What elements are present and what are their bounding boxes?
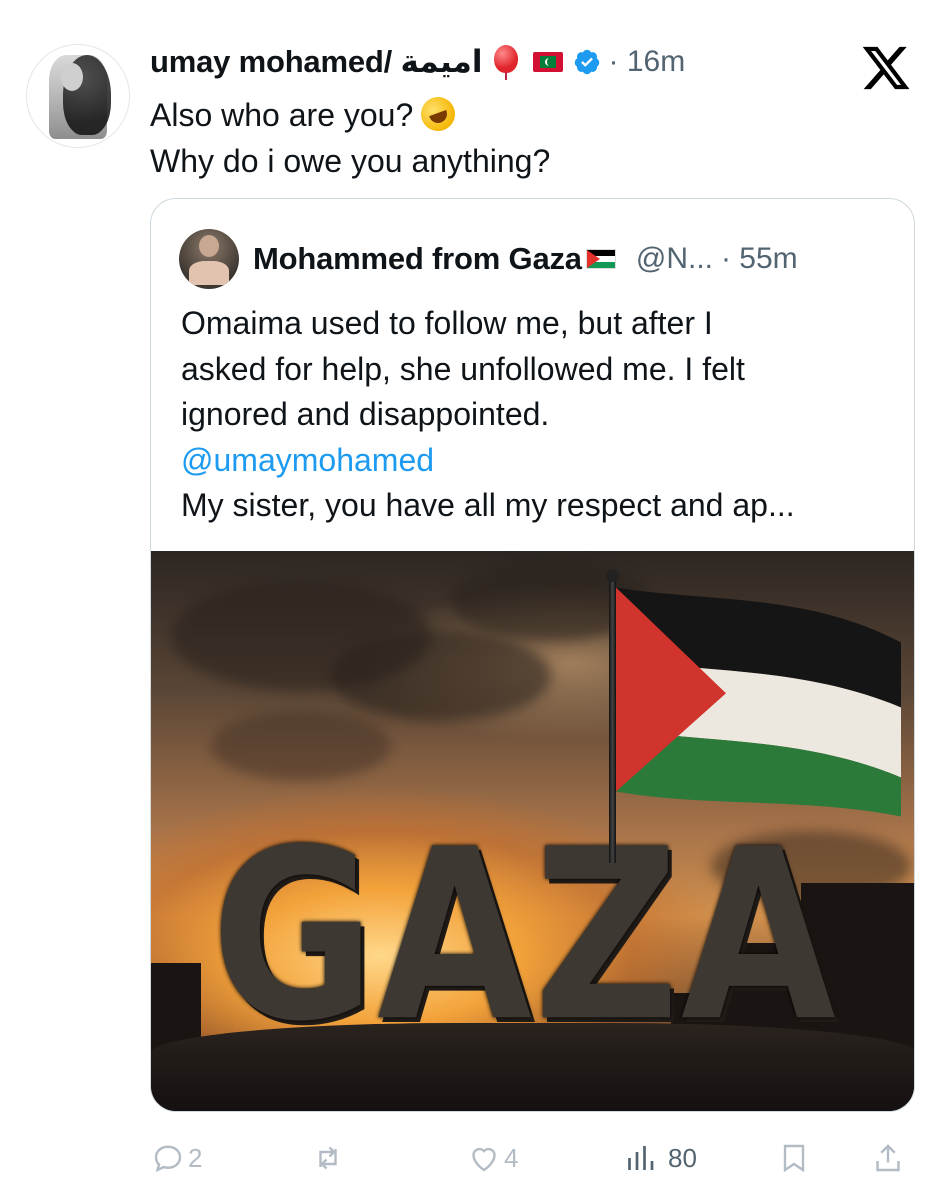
repost-icon <box>319 1146 337 1170</box>
post-timestamp[interactable]: · 16m <box>609 45 686 79</box>
quoted-post-text: Omaima used to follow me, but after I as… <box>181 301 891 529</box>
post-actions-bar: 2 4 80 <box>150 1134 910 1182</box>
author-avatar[interactable] <box>26 44 130 148</box>
x-logo-icon[interactable] <box>860 42 912 94</box>
reply-icon <box>154 1145 182 1173</box>
gaza-sculpture-text: GAZA <box>211 798 838 1074</box>
quoted-author-avatar[interactable] <box>179 229 239 289</box>
palestine-flag-icon <box>585 249 616 269</box>
quoted-post-timestamp[interactable]: · 55m <box>721 242 798 276</box>
verified-badge-icon <box>574 49 599 75</box>
palestine-flag-image-icon <box>616 587 901 817</box>
share-button[interactable] <box>870 1134 906 1182</box>
bookmark-icon <box>783 1144 805 1173</box>
repost-button[interactable] <box>310 1134 346 1182</box>
quoted-author-handle[interactable]: @N... <box>636 242 713 276</box>
views-button[interactable]: 80 <box>622 1134 697 1182</box>
balloon-emoji-icon <box>493 45 519 80</box>
quoted-post-header: Mohammed from Gaza @N... · 55m <box>179 229 798 289</box>
post-header: umay mohamed/ اميمة · 16m <box>150 42 685 82</box>
bookmark-button[interactable] <box>776 1134 812 1182</box>
quoted-author-name[interactable]: Mohammed from Gaza <box>253 241 582 277</box>
quoted-post-image[interactable]: GAZA <box>151 551 914 1111</box>
post-text-line-1: Also who are you? <box>150 97 414 133</box>
views-chart-icon <box>628 1146 654 1170</box>
view-count: 80 <box>668 1142 697 1173</box>
maldives-flag-icon <box>532 52 563 72</box>
like-count: 4 <box>504 1142 519 1173</box>
quoted-text-line: ignored and disappointed. <box>181 396 550 432</box>
flag-pole <box>609 573 616 863</box>
author-display-name[interactable]: umay mohamed/ اميمة <box>150 44 483 80</box>
heart-icon <box>472 1147 496 1172</box>
share-icon <box>876 1144 900 1172</box>
rubble <box>151 1023 914 1111</box>
quoted-text-line: asked for help, she unfollowed me. I fel… <box>181 350 745 387</box>
quoted-text-line: My sister, you have all my respect and a… <box>181 487 795 523</box>
quoted-text-line: Omaima used to follow me, but after I <box>181 305 713 341</box>
quoted-post-card[interactable]: Mohammed from Gaza @N... · 55m Omaima us… <box>150 198 915 1112</box>
reply-button[interactable]: 2 <box>150 1134 202 1182</box>
rofl-emoji-icon <box>416 92 461 136</box>
like-button[interactable]: 4 <box>466 1134 518 1182</box>
post-text-line-2: Why do i owe you anything? <box>150 143 551 179</box>
post-text: Also who are you? Why do i owe you anyth… <box>150 92 550 184</box>
mention-link[interactable]: @umaymohamed <box>181 438 891 484</box>
reply-count: 2 <box>188 1142 203 1173</box>
